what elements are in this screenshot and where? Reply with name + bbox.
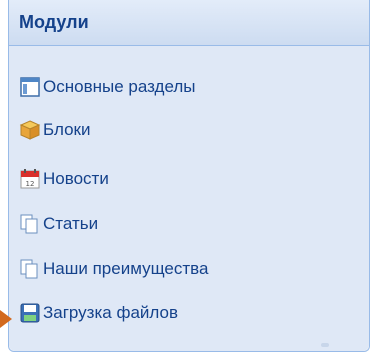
menu-item-main-sections[interactable]: Основные разделы: [19, 74, 195, 100]
menu-item-label: Новости: [43, 169, 109, 188]
menu-item-articles[interactable]: Статьи: [19, 211, 98, 237]
menu-item-news[interactable]: 12 Новости: [19, 166, 109, 192]
resize-handle: [321, 343, 329, 347]
menu-item-file-upload[interactable]: Загрузка файлов: [19, 300, 178, 326]
documents-icon: [19, 258, 41, 280]
calendar-icon: 12: [19, 168, 41, 190]
menu-item-label: Статьи: [43, 214, 99, 233]
panel-title: Модули: [19, 12, 89, 32]
documents-icon: [19, 213, 41, 235]
menu-item-label: Наши преимущества: [43, 259, 209, 278]
pointer-arrow-icon: [0, 310, 12, 328]
menu-item-our-advantages[interactable]: Наши преимущества: [19, 256, 208, 282]
panel-body: Основные разделы Блоки 12 Новости Статьи…: [9, 46, 369, 351]
floppy-disk-icon: [19, 302, 41, 324]
box-icon: [19, 119, 41, 141]
window-layout-icon: [19, 76, 41, 98]
modules-panel: Модули Основные разделы Блоки 12 Новости…: [8, 0, 370, 352]
menu-item-blocks[interactable]: Блоки: [19, 117, 90, 143]
menu-item-label: Блоки: [43, 120, 91, 139]
svg-text:12: 12: [26, 180, 35, 188]
menu-item-label: Загрузка файлов: [43, 303, 179, 322]
panel-header: Модули: [9, 0, 369, 46]
menu-item-label: Основные разделы: [43, 77, 196, 96]
